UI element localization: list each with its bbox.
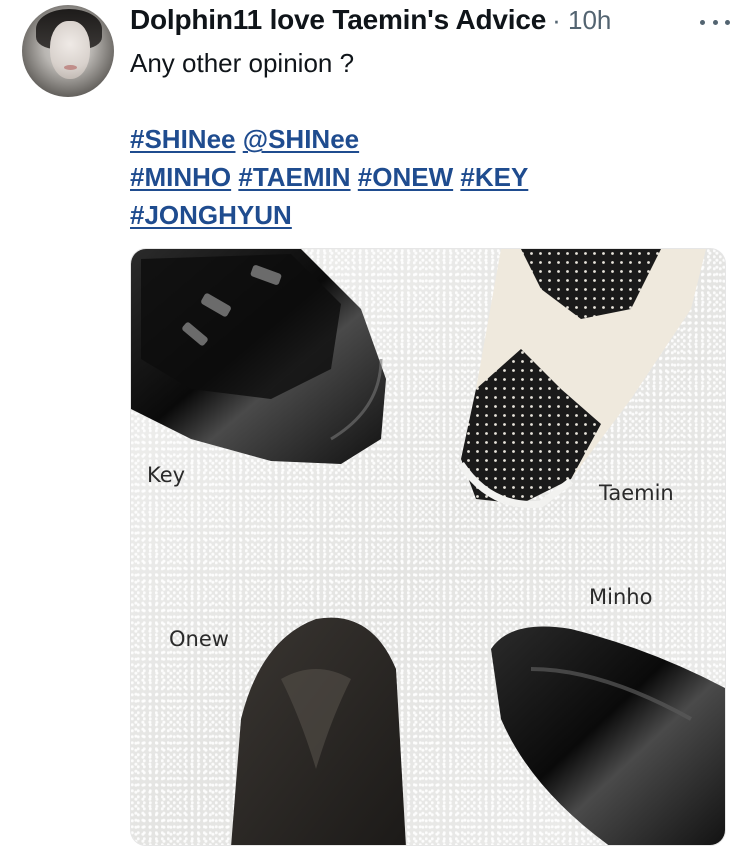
tag-line-3: #JONGHYUN: [130, 196, 720, 234]
hashtag-taemin[interactable]: #TAEMIN: [238, 162, 350, 192]
hashtag-jonghyun[interactable]: #JONGHYUN: [130, 200, 292, 230]
label-taemin: Taemin: [599, 481, 674, 505]
avatar[interactable]: [22, 5, 114, 97]
label-onew: Onew: [169, 627, 229, 651]
more-options-icon[interactable]: [700, 12, 730, 32]
hashtag-key[interactable]: #KEY: [460, 162, 528, 192]
hashtag-minho[interactable]: #MINHO: [130, 162, 231, 192]
post-time[interactable]: · 10h: [552, 5, 611, 36]
hashtag-onew[interactable]: #ONEW: [358, 162, 453, 192]
mention-shinee[interactable]: @SHINee: [243, 124, 359, 154]
tag-line-2: #MINHO #TAEMIN #ONEW #KEY: [130, 158, 720, 196]
minho-shoe: [491, 626, 725, 845]
post-header: Dolphin11 love Taemin's Advice · 10h: [130, 4, 730, 38]
taemin-shoe: [458, 249, 706, 508]
more-dot: [712, 19, 718, 25]
post-image[interactable]: Key Taemin Minho Onew: [130, 248, 726, 846]
more-dot: [725, 19, 730, 25]
key-shoe: [131, 249, 386, 464]
post-body: Any other opinion ?: [130, 48, 355, 78]
author-name[interactable]: Dolphin11 love Taemin's Advice: [130, 4, 546, 36]
shoes-photo: [131, 249, 725, 845]
avatar-face: [50, 21, 90, 79]
tag-line-1: #SHINee @SHINee: [130, 120, 720, 158]
post-text: Any other opinion ? #SHINee @SHINee #MIN…: [130, 44, 720, 234]
avatar-lips: [64, 65, 77, 70]
label-minho: Minho: [589, 585, 653, 609]
onew-shoe: [231, 617, 406, 845]
label-key: Key: [147, 463, 186, 487]
hashtag-shinee[interactable]: #SHINee: [130, 124, 236, 154]
more-dot: [700, 19, 705, 25]
